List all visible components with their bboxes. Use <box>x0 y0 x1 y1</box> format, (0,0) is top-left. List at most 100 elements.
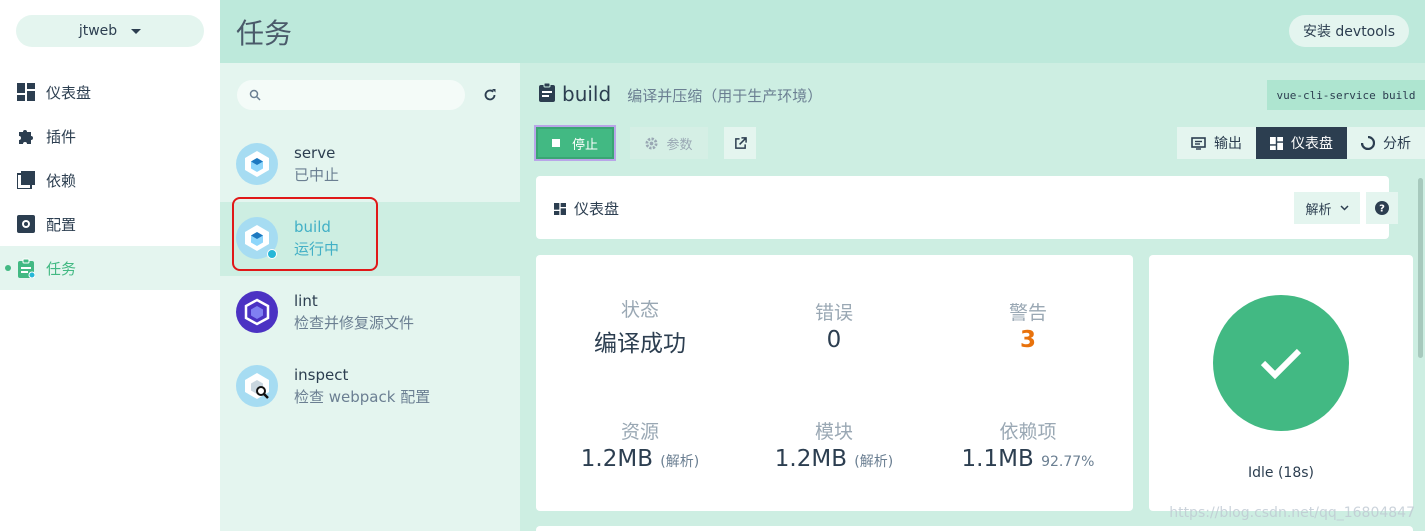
open-in-new-icon <box>734 136 747 150</box>
dashboard-title-text: 仪表盘 <box>574 200 620 218</box>
stat-value: 1.2MB (解析) <box>734 446 934 472</box>
nav-label: 依赖 <box>46 171 77 190</box>
open-external-button[interactable] <box>724 127 756 159</box>
install-devtools-button[interactable]: 安装 devtools <box>1288 15 1409 47</box>
sidebar: jtweb 仪表盘 插件 依赖 配置 任务 <box>0 0 220 531</box>
webpack-inspect-icon <box>236 365 278 407</box>
stat-label: 模块 <box>814 421 853 443</box>
task-description: 编译并压缩（用于生产环境） <box>627 87 823 105</box>
svg-text:?: ? <box>1379 204 1385 215</box>
dashboard-header-card: 仪表盘 解析 ? <box>536 176 1398 239</box>
analyze-icon <box>1361 136 1375 150</box>
page-title: 任务 <box>236 17 293 50</box>
stop-button[interactable]: 停止 <box>536 127 614 159</box>
gear-icon <box>645 136 659 150</box>
project-name: jtweb <box>78 23 118 39</box>
nav-label: 插件 <box>46 127 77 146</box>
project-selector[interactable]: jtweb <box>16 15 204 47</box>
search-icon <box>249 86 261 105</box>
stat-label: 资源 <box>620 421 659 443</box>
dashboard-icon <box>16 82 36 102</box>
webpack-icon <box>236 143 278 185</box>
refresh-icon[interactable] <box>480 85 500 105</box>
success-check-icon <box>1213 295 1349 431</box>
task-detail-panel: build 编译并压缩（用于生产环境） vue-cli-service buil… <box>520 63 1425 531</box>
stat-sub: (解析) <box>854 454 894 470</box>
nav-item-config[interactable]: 配置 <box>0 202 220 246</box>
params-label: 参数 <box>666 137 693 153</box>
stat-status: 状态 编译成功 <box>540 295 740 358</box>
dashboard-icon <box>554 202 566 215</box>
task-name: serve <box>294 144 336 162</box>
scrollbar[interactable] <box>1418 178 1423 358</box>
next-card <box>536 526 1413 531</box>
chevron-down-icon <box>1339 205 1349 211</box>
stat-sub: 92.77% <box>1041 454 1095 470</box>
search-box[interactable] <box>237 80 465 110</box>
stat-sub: (解析) <box>660 454 700 470</box>
tab-label: 输出 <box>1214 136 1242 152</box>
task-name: lint <box>294 292 318 310</box>
build-status-card: Idle (18s) <box>1149 255 1413 511</box>
task-status: 检查 webpack 配置 <box>294 388 431 406</box>
task-status: 已中止 <box>294 166 340 184</box>
assignment-icon <box>16 258 36 278</box>
tab-analyze[interactable]: 分析 <box>1347 127 1425 159</box>
stat-size: 1.1MB <box>961 446 1034 472</box>
library-icon <box>16 170 36 190</box>
stat-errors: 错误 0 <box>734 298 934 353</box>
nav-label: 仪表盘 <box>46 83 92 102</box>
stop-icon <box>551 139 560 147</box>
analyze-dropdown[interactable]: 解析 <box>1294 192 1360 224</box>
stop-label: 停止 <box>571 137 598 153</box>
search-input[interactable] <box>269 87 459 103</box>
task-list: serve 已中止 build 运行中 lint 检查并修复源文件 inspec… <box>220 128 520 424</box>
task-item-serve[interactable]: serve 已中止 <box>220 128 520 202</box>
task-status: 运行中 <box>294 240 340 258</box>
dashboard-icon <box>1270 136 1283 150</box>
eslint-icon <box>236 291 278 333</box>
stat-value: 1.1MB 92.77% <box>928 446 1128 472</box>
nav-label: 配置 <box>46 215 77 234</box>
build-stats-card: 状态 编译成功 错误 0 警告 3 资源 1.2MB (解析) 模块 1.2MB… <box>536 255 1133 511</box>
stat-label: 依赖项 <box>999 421 1057 443</box>
stat-size: 1.2MB <box>580 446 653 472</box>
task-item-build[interactable]: build 运行中 <box>220 202 520 276</box>
main-nav: 仪表盘 插件 依赖 配置 任务 <box>0 70 220 290</box>
stat-value: 0 <box>826 327 842 353</box>
help-button[interactable]: ? <box>1366 192 1398 224</box>
stat-size: 1.2MB <box>774 446 847 472</box>
stat-warnings: 警告 3 <box>928 298 1128 353</box>
params-button[interactable]: 参数 <box>630 127 708 159</box>
assignment-icon <box>538 82 556 106</box>
task-item-inspect[interactable]: inspect 检查 webpack 配置 <box>220 350 520 424</box>
stat-modules: 模块 1.2MB (解析) <box>734 417 934 472</box>
watermark: https://blog.csdn.net/qq_16804847 <box>1169 505 1415 521</box>
tab-label: 分析 <box>1383 136 1411 152</box>
task-command: vue-cli-service build <box>1267 80 1425 110</box>
nav-item-tasks[interactable]: 任务 <box>0 246 220 290</box>
nav-item-dashboard[interactable]: 仪表盘 <box>0 70 220 114</box>
caret-down-icon <box>131 28 142 34</box>
tab-label: 仪表盘 <box>1291 136 1333 152</box>
stat-label: 警告 <box>1008 302 1047 324</box>
task-item-lint[interactable]: lint 检查并修复源文件 <box>220 276 520 350</box>
help-icon: ? <box>1375 201 1389 215</box>
task-status: 检查并修复源文件 <box>294 314 415 332</box>
dashboard-title: 仪表盘 <box>554 198 619 219</box>
task-name: inspect <box>294 366 349 384</box>
stat-value: 1.2MB (解析) <box>540 446 740 472</box>
stat-value: 编译成功 <box>594 331 686 357</box>
stat-label: 错误 <box>814 302 853 324</box>
tab-output[interactable]: 输出 <box>1177 127 1256 159</box>
output-icon <box>1191 136 1206 150</box>
running-indicator <box>267 249 277 259</box>
nav-label: 任务 <box>46 259 77 278</box>
tab-dashboard[interactable]: 仪表盘 <box>1256 127 1347 159</box>
top-header: 任务 安装 devtools <box>220 0 1425 63</box>
task-name: build <box>294 218 331 236</box>
stat-value: 3 <box>1019 327 1036 353</box>
nav-item-plugins[interactable]: 插件 <box>0 114 220 158</box>
task-header: build 编译并压缩（用于生产环境） <box>538 81 822 106</box>
nav-item-dependencies[interactable]: 依赖 <box>0 158 220 202</box>
